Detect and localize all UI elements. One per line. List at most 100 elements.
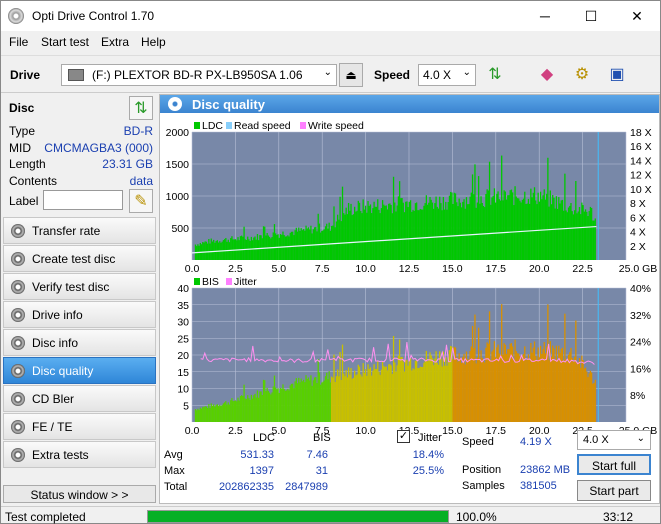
chevron-down-icon: ⌄ xyxy=(323,67,332,78)
disc-refresh-button[interactable]: ⇅ xyxy=(129,96,153,120)
y-left-tick-label: 20 xyxy=(177,350,189,362)
nav-transfer-rate[interactable]: Transfer rate xyxy=(3,217,156,244)
speed-select[interactable]: 4.0 X ⌄ xyxy=(418,64,476,86)
eraser-icon: ◆ xyxy=(540,66,554,83)
menu-file[interactable]: File xyxy=(9,35,28,49)
settings-button[interactable]: ⚙ xyxy=(570,62,594,86)
y-right-tick-label: 40% xyxy=(630,283,651,295)
status-window-button[interactable]: Status window > > xyxy=(3,485,156,503)
avg-ldc: 531.33 xyxy=(240,449,274,461)
refresh-arrows-icon: ⇅ xyxy=(134,100,148,117)
nav-label: Drive info xyxy=(32,307,83,322)
test-speed-value: 4.0 X xyxy=(583,434,609,446)
info-row-length: Length 23.31 GB xyxy=(9,157,155,174)
legend-label: LDC xyxy=(202,120,223,132)
label-edit-button[interactable]: ✎ xyxy=(129,189,153,213)
test-speed-select[interactable]: 4.0 X ⌄ xyxy=(577,430,651,450)
start-full-button[interactable]: Start full xyxy=(577,454,651,475)
legend-label: Write speed xyxy=(308,120,364,132)
refresh-arrows-icon: ⇅ xyxy=(488,66,502,83)
app-disc-icon xyxy=(8,8,24,24)
nav-create-test-disc[interactable]: Create test disc xyxy=(3,245,156,272)
drive-select[interactable]: (F:) PLEXTOR BD-R PX-LB950SA 1.06 ⌄ xyxy=(61,64,337,86)
avg-bis: 7.46 xyxy=(306,449,328,461)
legend-swatch xyxy=(300,122,306,129)
eject-button[interactable]: ⏏ xyxy=(339,63,363,87)
nav-extra-tests[interactable]: Extra tests xyxy=(3,441,156,468)
nav-disc-info[interactable]: Disc info xyxy=(3,329,156,356)
gears-icon: ⚙ xyxy=(574,66,590,83)
panel-title: Disc quality xyxy=(192,97,265,112)
x-tick-label: 22.5 xyxy=(572,263,593,275)
save-button[interactable]: ▣ xyxy=(605,62,629,86)
info-row-mid: MID CMCMAGBA3 (000) xyxy=(9,141,155,158)
disc-icon xyxy=(11,224,25,238)
y-left-tick-label: 25 xyxy=(177,333,189,345)
save-icon: ▣ xyxy=(609,66,625,83)
y-left-tick-label: 40 xyxy=(177,283,189,295)
drive-icon xyxy=(68,69,84,81)
y-right-tick-label: 18 X xyxy=(630,127,652,139)
window-title: Opti Drive Control 1.70 xyxy=(32,9,155,23)
avg-label: Avg xyxy=(164,449,183,461)
max-jitter: 25.5% xyxy=(412,465,444,477)
x-tick-label: 12.5 xyxy=(399,263,420,275)
y-right-tick-label: 24% xyxy=(630,337,651,349)
info-row-contents: Contents data xyxy=(9,174,155,191)
menu-start-test[interactable]: Start test xyxy=(41,35,89,49)
disc-info-table: Type BD-R MID CMCMAGBA3 (000) Length 23.31 … xyxy=(9,124,155,190)
nav-drive-info[interactable]: Drive info xyxy=(3,301,156,328)
menu-help[interactable]: Help xyxy=(141,35,166,49)
col-ldc-header: LDC xyxy=(253,432,276,444)
chevron-down-icon: ⌄ xyxy=(462,67,471,78)
nav-label: Disc info xyxy=(32,335,79,350)
total-bis: 2847989 xyxy=(285,481,328,493)
refresh-button[interactable]: ⇅ xyxy=(483,62,507,86)
col-bis-header: BIS xyxy=(313,432,331,444)
label-input[interactable] xyxy=(43,190,123,210)
speed-select-value: 4.0 X xyxy=(423,68,452,82)
app-window: Opti Drive Control 1.70 ─ ☐ ✕ File Start… xyxy=(0,0,661,524)
y-left-tick-label: 15 xyxy=(177,367,189,379)
start-part-button[interactable]: Start part xyxy=(577,480,651,501)
disc-icon xyxy=(11,308,25,322)
info-value: CMCMAGBA3 (000) xyxy=(44,140,153,155)
close-button[interactable]: ✕ xyxy=(614,1,660,31)
x-tick-label: 5.0 xyxy=(271,263,286,275)
y-right-tick-label: 14 X xyxy=(630,155,652,167)
disc-icon xyxy=(11,448,25,462)
elapsed-time: 33:12 xyxy=(603,510,634,524)
samples-label: Samples xyxy=(462,480,505,492)
info-key: Length xyxy=(9,157,46,171)
y-right-tick-label: 2 X xyxy=(630,241,646,253)
jitter-checkbox[interactable]: ✓ xyxy=(397,430,410,443)
legend-label: BIS xyxy=(202,276,219,288)
menu-extra[interactable]: Extra xyxy=(101,35,129,49)
disc-quality-icon xyxy=(168,97,182,111)
maximize-button[interactable]: ☐ xyxy=(568,1,614,31)
legend-label: Read speed xyxy=(234,120,291,132)
y-right-tick-label: 10 X xyxy=(630,184,652,196)
x-tick-label: 0.0 xyxy=(185,263,200,275)
max-ldc: 1397 xyxy=(249,465,274,477)
nav-label: FE / TE xyxy=(32,419,73,434)
disc-icon xyxy=(11,336,25,350)
nav-cd-bler[interactable]: CD Bler xyxy=(3,385,156,412)
info-value: BD-R xyxy=(123,124,153,138)
position-label: Position xyxy=(462,464,502,476)
nav-disc-quality[interactable]: Disc quality xyxy=(3,357,156,384)
max-label: Max xyxy=(164,465,185,477)
sidebar: Disc ⇅ Type BD-R MID CMCMAGBA3 (000) Lengt… xyxy=(1,94,158,504)
drive-label: Drive xyxy=(10,68,41,82)
nav-verify-test-disc[interactable]: Verify test disc xyxy=(3,273,156,300)
y-left-tick-label: 2000 xyxy=(166,127,190,139)
erase-button[interactable]: ◆ xyxy=(535,62,559,86)
y-right-tick-label: 16% xyxy=(630,363,651,375)
minimize-button[interactable]: ─ xyxy=(522,1,568,31)
max-bis: 31 xyxy=(315,465,328,477)
y-right-tick-label: 6 X xyxy=(630,212,646,224)
nav-fe-te[interactable]: FE / TE xyxy=(3,413,156,440)
y-right-tick-label: 12 X xyxy=(630,170,652,182)
nav-label: Transfer rate xyxy=(32,223,101,238)
y-right-tick-label: 16 X xyxy=(630,141,652,153)
